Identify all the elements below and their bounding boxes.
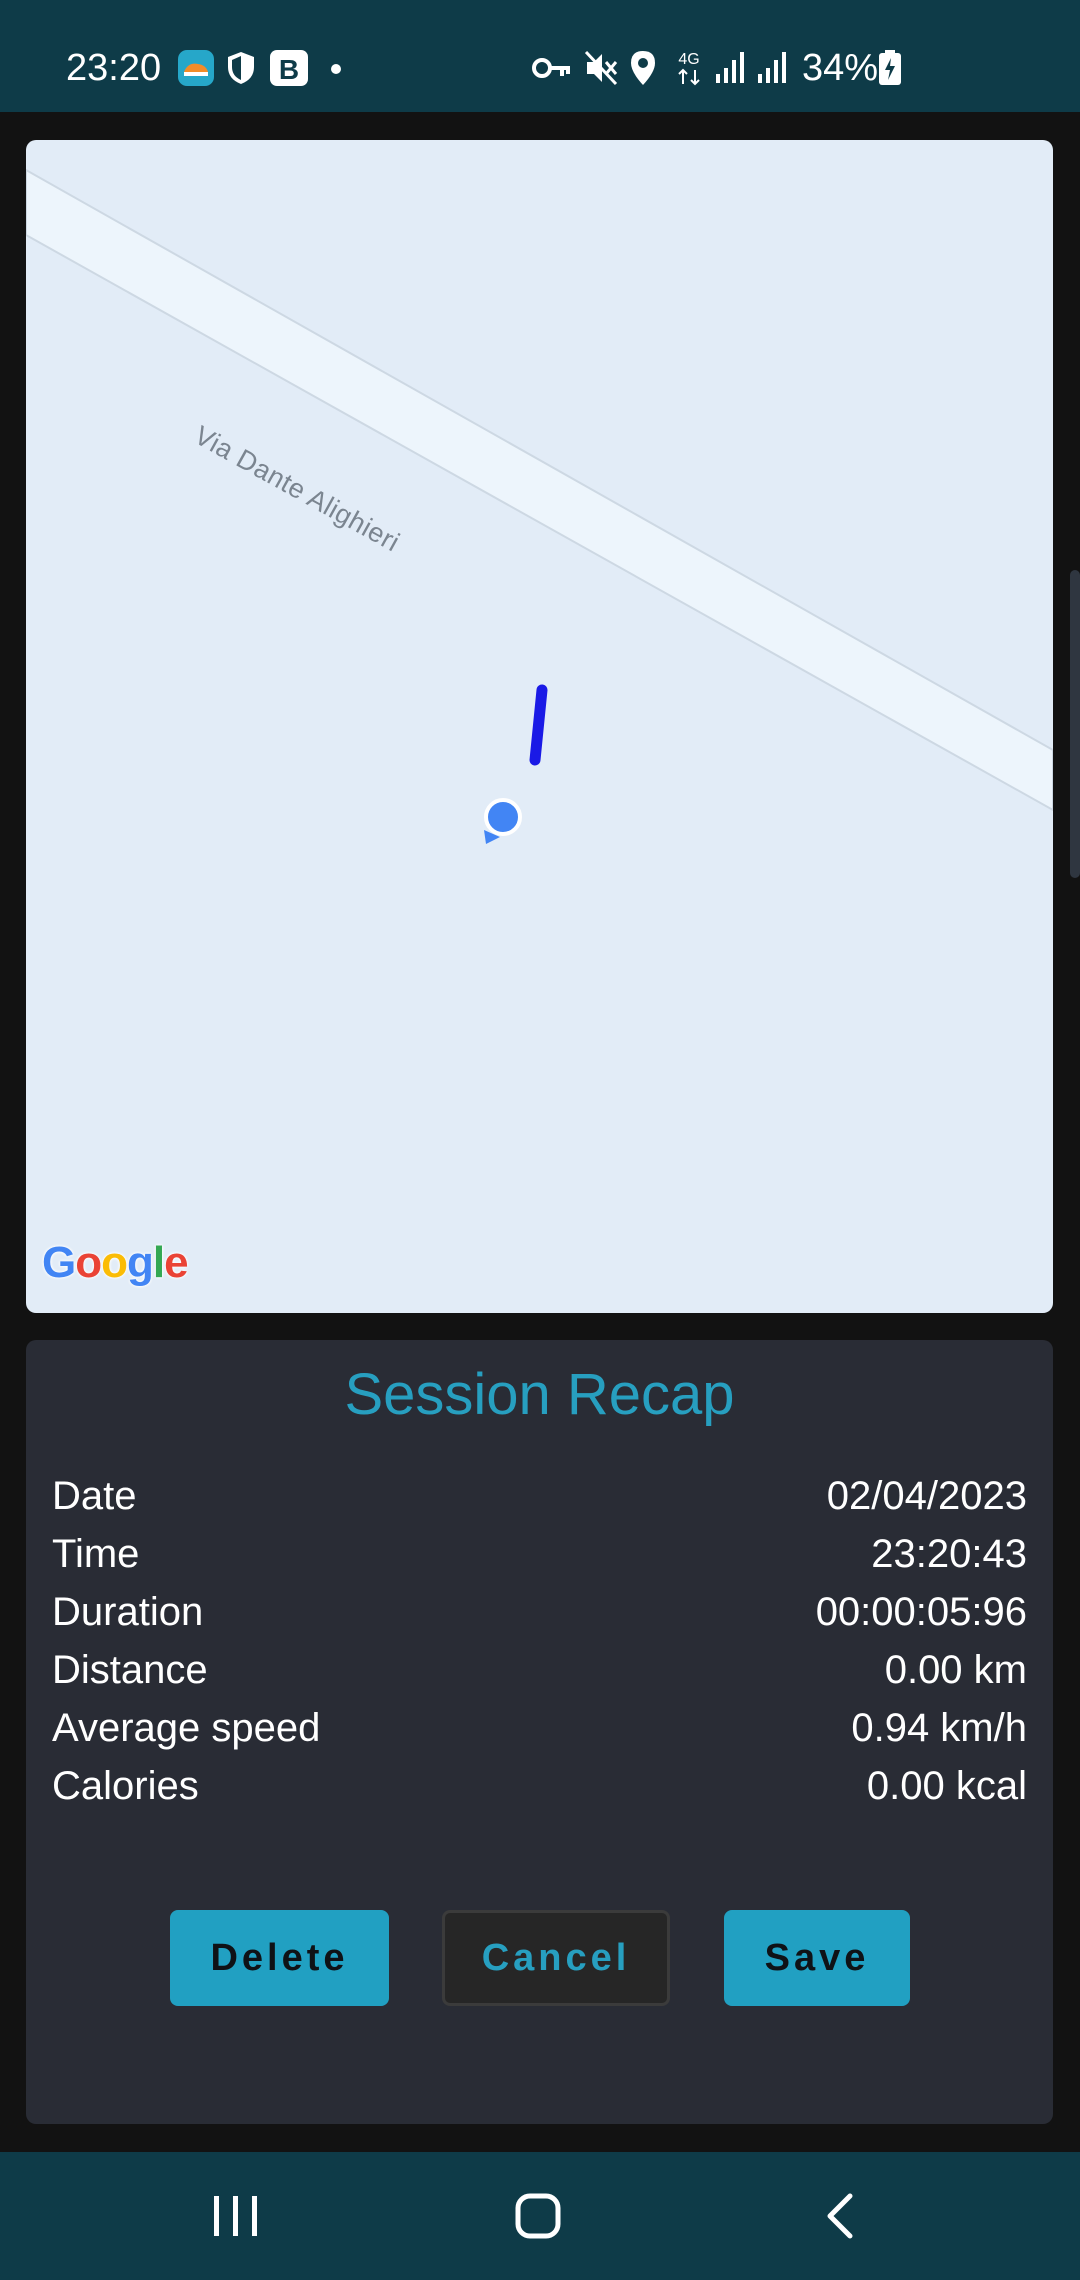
recap-title: Session Recap <box>344 1362 735 1427</box>
battery-charging-icon <box>878 50 902 91</box>
current-location-dot <box>484 798 522 836</box>
home-button[interactable] <box>478 2152 598 2280</box>
signal-icon <box>714 50 748 89</box>
mute-icon <box>584 50 618 91</box>
b-app-icon: B <box>270 50 308 91</box>
recent-apps-button[interactable] <box>176 2152 296 2280</box>
recap-row-distance: Distance 0.00 km <box>52 1641 1027 1699</box>
home-icon <box>515 2193 561 2239</box>
session-recap-card: Session Recap Date 02/04/2023 Time 23:20… <box>26 1340 1053 2124</box>
recap-label: Date <box>52 1474 137 1518</box>
back-button[interactable] <box>780 2152 900 2280</box>
status-bar: 23:20 B 4G 34% <box>0 0 1080 112</box>
map-view[interactable]: Via Dante Alighieri Google <box>26 140 1053 1313</box>
recap-label: Duration <box>52 1590 204 1634</box>
vpn-key-icon <box>532 54 572 87</box>
scroll-handle[interactable] <box>1070 570 1080 878</box>
save-button[interactable]: Save <box>724 1910 910 2006</box>
signal-icon <box>756 50 790 89</box>
recap-value: 00:00:05:96 <box>815 1590 1027 1634</box>
app-notification-icon <box>178 50 214 91</box>
shield-icon <box>226 50 256 91</box>
delete-button[interactable]: Delete <box>170 1910 389 2006</box>
dot-icon <box>330 62 342 80</box>
back-icon <box>827 2193 853 2239</box>
battery-percent: 34% <box>802 47 879 89</box>
recap-row-calories: Calories 0.00 kcal <box>52 1757 1027 1815</box>
recap-label: Time <box>52 1532 140 1576</box>
recap-value: 23:20:43 <box>871 1532 1027 1576</box>
recap-row-average-speed: Average speed 0.94 km/h <box>52 1699 1027 1757</box>
recap-value: 0.00 kcal <box>866 1764 1027 1808</box>
svg-text:B: B <box>279 54 299 85</box>
cancel-button[interactable]: Cancel <box>442 1910 670 2006</box>
recap-row-date: Date 02/04/2023 <box>52 1467 1027 1525</box>
svg-text:4G: 4G <box>678 51 699 68</box>
recap-row-time: Time 23:20:43 <box>52 1525 1027 1583</box>
google-logo: Google <box>42 1238 189 1287</box>
status-time: 23:20 <box>66 47 162 89</box>
recap-value: 0.00 km <box>884 1648 1027 1692</box>
recap-label: Calories <box>52 1764 199 1808</box>
location-icon <box>630 50 656 91</box>
map-canvas <box>26 168 1053 844</box>
recap-value: 0.94 km/h <box>851 1706 1027 1750</box>
recent-apps-icon <box>214 2196 257 2236</box>
recap-label: Distance <box>52 1648 208 1692</box>
recap-label: Average speed <box>52 1706 321 1750</box>
navigation-bar <box>0 2152 1080 2280</box>
recap-row-duration: Duration 00:00:05:96 <box>52 1583 1027 1641</box>
4g-icon: 4G <box>674 48 704 93</box>
recap-value: 02/04/2023 <box>826 1474 1027 1518</box>
route-path <box>529 684 548 766</box>
